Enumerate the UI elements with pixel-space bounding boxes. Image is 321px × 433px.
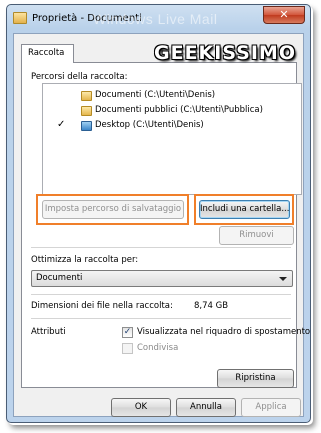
file-size-label: Dimensioni dei file nella raccolta: [31,301,173,311]
divider [31,318,291,319]
title-bar[interactable]: Proprietà - Documenti Windows Live Mail … [7,5,310,33]
divider [31,247,291,248]
desktop-folder-icon [81,121,92,131]
default-location-check-icon: ✓ [57,119,66,130]
list-item[interactable]: Documenti (C:\Utenti\Denis) [43,89,301,104]
list-item-label: Desktop (C:\Utenti\Denis) [95,120,204,130]
dialog-body: Raccolta GEEKISSIMO Percorsi della racco… [13,33,310,417]
folder-icon [13,12,27,24]
folder-icon [81,91,92,101]
close-button[interactable]: ✕ [263,6,305,24]
apply-button[interactable]: Applica [241,398,301,417]
optimize-select[interactable]: Documenti [31,270,293,287]
divider [31,294,291,295]
folder-icon [81,106,92,116]
background-watermark: Windows Live Mail [93,11,218,27]
list-item[interactable]: Documenti pubblici (C:\Utenti\Pubblica) [43,104,301,119]
list-item-label: Documenti pubblici (C:\Utenti\Pubblica) [95,105,263,115]
site-logo: GEEKISSIMO [154,42,296,64]
set-save-location-button[interactable]: Imposta percorso di salvataggio [42,200,184,219]
optimize-label: Ottimizza la raccolta per: [31,255,139,265]
tab-raccolta[interactable]: Raccolta [21,44,74,63]
ok-button[interactable]: OK [111,398,171,417]
cancel-button[interactable]: Annulla [176,398,236,417]
include-folder-button[interactable]: Includi una cartella... [199,200,290,219]
properties-dialog: Proprietà - Documenti Windows Live Mail … [6,4,311,423]
show-in-navigation-label: Visualizzata nel riquadro di spostamento [137,327,311,337]
restore-button[interactable]: Ripristina [217,369,294,388]
file-size-value: 8,74 GB [194,301,229,311]
remove-button[interactable]: Rimuovi [219,226,294,245]
list-item[interactable]: ✓ Desktop (C:\Utenti\Denis) [43,119,301,134]
shared-label: Condivisa [137,343,179,353]
show-in-navigation-checkbox[interactable]: ✓ [122,327,133,338]
list-item-label: Documenti (C:\Utenti\Denis) [95,90,216,100]
optimize-selected-value: Documenti [36,273,83,283]
library-paths-list[interactable]: Documenti (C:\Utenti\Denis) Documenti pu… [42,83,302,195]
attributes-label: Attributi [31,327,66,337]
library-paths-label: Percorsi della raccolta: [31,72,128,82]
chevron-down-icon [279,277,287,281]
shared-checkbox[interactable] [122,343,133,354]
